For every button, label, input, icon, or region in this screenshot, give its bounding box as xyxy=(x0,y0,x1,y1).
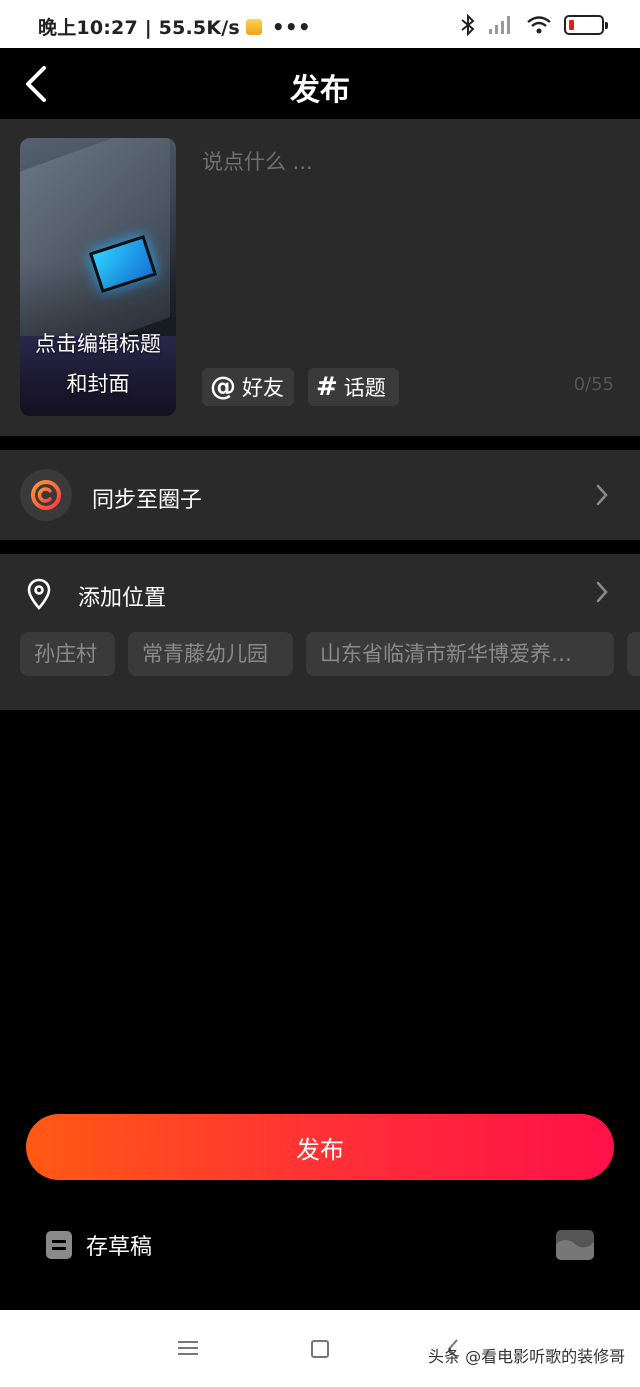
battery-icon xyxy=(564,15,608,35)
status-text: 晚上10:27 | 55.5K/s xyxy=(38,17,240,39)
location-suggestion[interactable]: 孙庄村 xyxy=(20,632,115,676)
add-topic-button[interactable]: # 话题 xyxy=(308,368,399,406)
status-bar: 晚上10:27 | 55.5K/s ••• xyxy=(0,0,640,48)
header: 发布 xyxy=(0,48,640,119)
mention-friend-button[interactable]: @ 好友 xyxy=(202,368,294,406)
topic-label: 话题 xyxy=(343,376,386,400)
cover-thumbnail[interactable]: 点击编辑标题和封面 xyxy=(20,138,176,416)
chevron-right-icon[interactable] xyxy=(594,580,610,604)
page-title: 发布 xyxy=(290,73,350,108)
compose-card: 点击编辑标题和封面 @ 好友 # 话题 0/55 xyxy=(0,119,640,436)
more-notifications-icon: ••• xyxy=(271,14,311,39)
gallery-icon[interactable] xyxy=(556,1230,594,1260)
location-pin-icon xyxy=(27,578,51,610)
recent-apps-icon[interactable] xyxy=(178,1340,198,1356)
mention-label: 好友 xyxy=(242,376,284,400)
sync-to-circle-row[interactable]: 同步至圈子 xyxy=(0,450,640,540)
circle-icon-wrap xyxy=(20,469,72,521)
publish-button[interactable]: 发布 xyxy=(26,1114,614,1180)
status-time-speed: 晚上10:27 | 55.5K/s ••• xyxy=(38,13,311,40)
chevron-right-icon xyxy=(596,484,608,506)
bluetooth-icon xyxy=(461,14,475,36)
draft-label: 存草稿 xyxy=(86,1235,153,1260)
wifi-icon xyxy=(527,16,551,34)
char-counter: 0/55 xyxy=(573,374,614,395)
caption-input[interactable] xyxy=(202,147,622,177)
draft-icon xyxy=(46,1231,72,1259)
circle-icon xyxy=(31,480,61,510)
notification-icon xyxy=(245,18,262,35)
add-location-button[interactable]: 添加位置 xyxy=(78,580,166,612)
edit-cover-label: 点击编辑标题和封面 xyxy=(35,332,161,396)
hashtag-icon: # xyxy=(316,372,338,402)
status-icons xyxy=(460,14,608,36)
location-card: 添加位置 孙庄村 常青藤幼儿园 山东省临清市新华博爱养… xyxy=(0,554,640,710)
watermark: 头条 @看电影听歌的装修哥 xyxy=(428,1347,626,1366)
save-draft-button[interactable]: 存草稿 xyxy=(46,1228,152,1262)
sync-label: 同步至圈子 xyxy=(92,488,203,513)
home-icon[interactable] xyxy=(311,1340,329,1358)
location-suggestion[interactable]: 山东省临清市新华博爱养… xyxy=(306,632,614,676)
signal-icon xyxy=(489,16,510,34)
location-suggestion[interactable] xyxy=(627,632,640,676)
battery-level xyxy=(569,20,574,30)
at-icon: @ xyxy=(210,372,236,402)
location-suggestion[interactable]: 常青藤幼儿园 xyxy=(128,632,293,676)
image-icon xyxy=(556,1240,594,1260)
